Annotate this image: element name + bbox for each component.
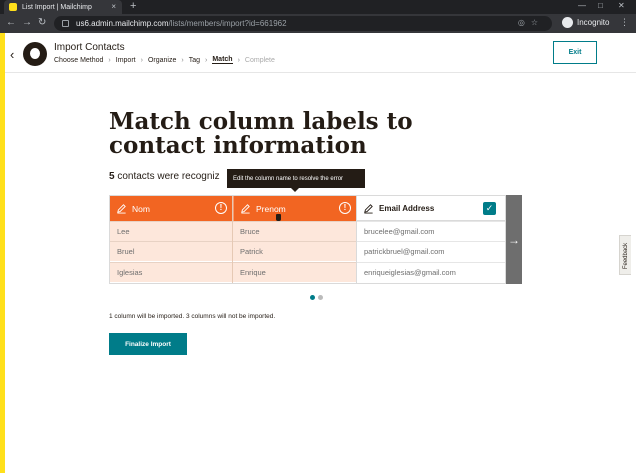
step-separator-icon: › bbox=[237, 56, 240, 64]
browser-toolbar: ← → ↻ us6.admin.mailchimp.com/lists/memb… bbox=[0, 14, 636, 33]
eye-slash-icon[interactable]: ◎ bbox=[518, 18, 531, 27]
step-import[interactable]: Import bbox=[116, 57, 136, 64]
mailchimp-favicon-icon bbox=[9, 3, 17, 11]
address-bar[interactable]: us6.admin.mailchimp.com/lists/members/im… bbox=[54, 16, 552, 31]
next-columns-button[interactable]: → bbox=[506, 195, 522, 284]
browser-tab[interactable]: List Import | Mailchimp × bbox=[4, 0, 122, 14]
pagination-dot-1[interactable] bbox=[310, 295, 315, 300]
incognito-icon bbox=[562, 17, 573, 28]
browser-menu-icon[interactable]: ⋮ bbox=[620, 17, 629, 28]
table-cell: patrickbruel@gmail.com bbox=[357, 241, 505, 261]
step-separator-icon: › bbox=[140, 56, 143, 64]
reload-icon[interactable]: ↻ bbox=[38, 17, 46, 29]
breadcrumb: Choose Method › Import › Organize › Tag … bbox=[54, 56, 275, 64]
mouse-cursor-icon bbox=[276, 214, 281, 221]
brand-accent-bar bbox=[0, 33, 5, 473]
table-cell: Lee bbox=[110, 221, 232, 241]
page: ‹ Import Contacts Choose Method › Import… bbox=[0, 33, 636, 473]
close-tab-icon[interactable]: × bbox=[111, 2, 116, 11]
step-match: Match bbox=[212, 56, 233, 64]
column-header-nom[interactable]: Nom ! bbox=[110, 196, 232, 221]
table-cell: brucelee@gmail.com bbox=[357, 221, 505, 241]
step-separator-icon: › bbox=[108, 56, 111, 64]
finalize-import-button[interactable]: Finalize Import bbox=[109, 333, 187, 355]
step-tag[interactable]: Tag bbox=[189, 57, 200, 64]
star-icon[interactable]: ☆ bbox=[531, 18, 544, 27]
incognito-label: Incognito bbox=[577, 18, 610, 27]
contacts-count-text: contacts were recogniz bbox=[114, 171, 220, 182]
column-label: Prenom bbox=[256, 203, 286, 214]
page-title: Import Contacts bbox=[54, 42, 125, 53]
feedback-tab[interactable]: Feedback bbox=[619, 235, 631, 275]
column-label: Email Address bbox=[379, 203, 435, 213]
table-cell: enriqueiglesias@gmail.com bbox=[357, 262, 505, 282]
browser-tab-bar: List Import | Mailchimp × + — □ ✕ bbox=[0, 0, 636, 14]
step-choose-method[interactable]: Choose Method bbox=[54, 57, 103, 64]
step-separator-icon: › bbox=[205, 56, 208, 64]
step-organize[interactable]: Organize bbox=[148, 57, 176, 64]
step-complete: Complete bbox=[244, 56, 275, 64]
import-header: ‹ Import Contacts Choose Method › Import… bbox=[5, 33, 636, 73]
maximize-icon[interactable]: □ bbox=[598, 1, 603, 10]
column-match-table: Nom ! Lee Bruel Iglesias Prenom ! Bruce … bbox=[109, 195, 506, 284]
mailchimp-logo[interactable] bbox=[23, 42, 47, 66]
import-summary: 1 column will be imported. 3 columns wil… bbox=[109, 313, 276, 320]
close-window-icon[interactable]: ✕ bbox=[618, 1, 625, 10]
pencil-icon[interactable] bbox=[363, 203, 374, 214]
forward-arrow-icon[interactable]: → bbox=[22, 17, 32, 29]
contacts-count: 5 contacts were recogniz bbox=[109, 171, 220, 182]
pagination-dots bbox=[310, 295, 326, 300]
minimize-icon[interactable]: — bbox=[578, 1, 586, 10]
table-cell: Patrick bbox=[233, 241, 356, 261]
exit-button[interactable]: Exit bbox=[553, 41, 597, 64]
pencil-icon[interactable] bbox=[240, 203, 251, 214]
column-email-address: Email Address ✓ brucelee@gmail.com patri… bbox=[357, 196, 505, 283]
column-nom: Nom ! Lee Bruel Iglesias bbox=[110, 196, 233, 283]
step-separator-icon: › bbox=[181, 56, 184, 64]
warning-icon: ! bbox=[339, 202, 351, 214]
table-cell: Bruce bbox=[233, 221, 356, 241]
url-path: /lists/members/import?id=661962 bbox=[168, 19, 287, 28]
error-tooltip: Edit the column name to resolve the erro… bbox=[227, 169, 365, 192]
warning-icon: ! bbox=[215, 202, 227, 214]
tab-title: List Import | Mailchimp bbox=[22, 3, 92, 11]
feedback-label: Feedback bbox=[623, 242, 629, 270]
table-cell: Bruel bbox=[110, 241, 232, 261]
table-cell: Enrique bbox=[233, 262, 356, 282]
incognito-indicator[interactable]: Incognito bbox=[562, 17, 609, 28]
pencil-icon[interactable] bbox=[116, 203, 127, 214]
new-tab-button[interactable]: + bbox=[130, 0, 136, 13]
column-prenom: Prenom ! Bruce Patrick Enrique bbox=[233, 196, 357, 283]
column-header-email-address[interactable]: Email Address ✓ bbox=[357, 196, 505, 221]
url-host: us6.admin.mailchimp.com bbox=[76, 19, 169, 28]
checkbox-checked-icon[interactable]: ✓ bbox=[483, 202, 496, 215]
lock-icon bbox=[62, 20, 69, 27]
pagination-dot-2[interactable] bbox=[318, 295, 323, 300]
match-heading: Match column labels to contact informati… bbox=[109, 108, 413, 159]
table-cell: Iglesias bbox=[110, 262, 232, 282]
column-label: Nom bbox=[132, 203, 150, 214]
chevron-left-icon[interactable]: ‹ bbox=[10, 47, 14, 62]
column-header-prenom[interactable]: Prenom ! bbox=[233, 196, 356, 221]
back-arrow-icon[interactable]: ← bbox=[6, 17, 16, 29]
